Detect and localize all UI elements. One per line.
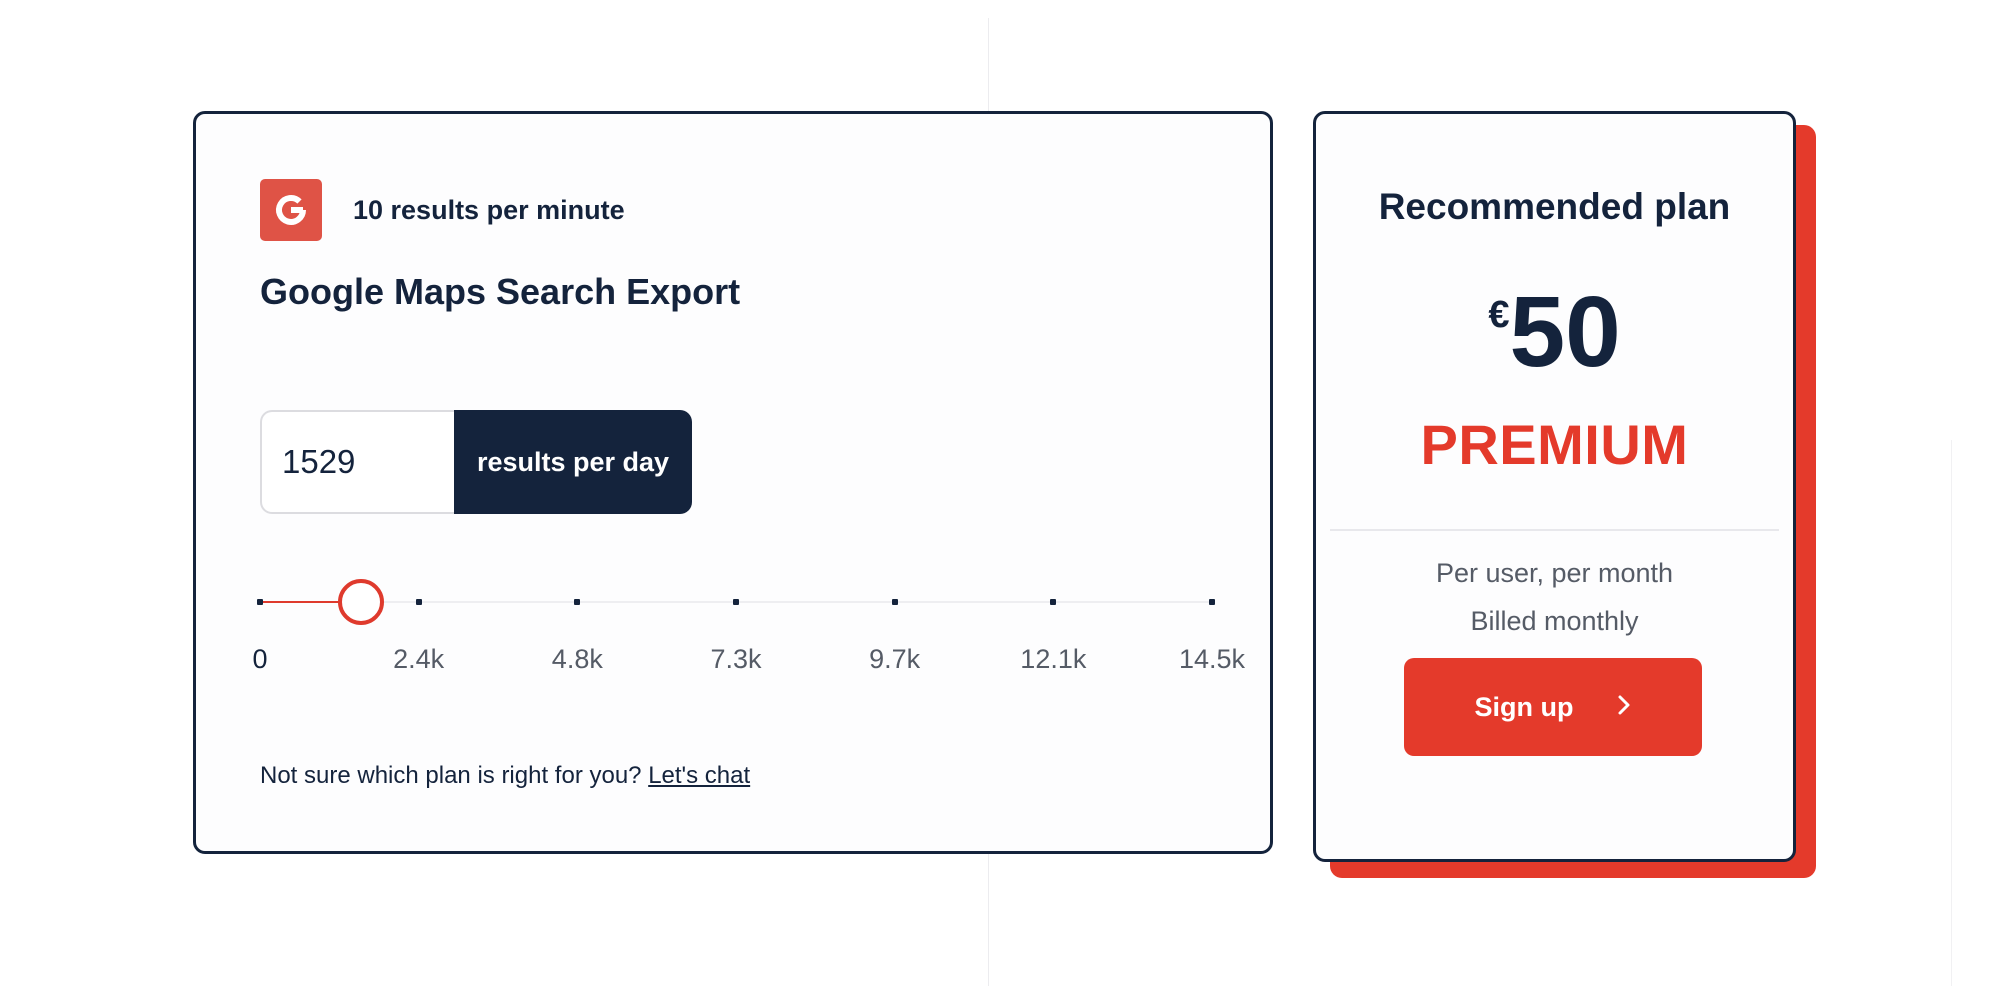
slider-tick [1050,599,1057,605]
slider-tick [574,599,581,605]
slider-tick-label: 4.8k [551,644,603,674]
slider-tick [415,599,422,605]
results-per-day-input[interactable] [260,410,454,514]
quantity-group: results per day [260,410,692,514]
price-amount: 50 [1509,276,1621,388]
slider-tick-label: 12.1k [1020,644,1087,674]
usage-calculator-card: 10 results per minute Google Maps Search… [193,111,1273,854]
price-currency: € [1488,294,1510,336]
google-g-icon [260,179,322,241]
help-text: Not sure which plan is right for you? [260,762,642,789]
quantity-unit-label: results per day [454,410,692,514]
slider-tick [733,599,739,605]
slider-tick [1209,599,1215,605]
slider-tick-label: 9.7k [869,644,921,674]
slider-thumb[interactable] [338,579,385,625]
slider-tick-label: 0 [252,644,268,674]
recommended-plan-card: Recommended plan €50 PREMIUM Per user, p… [1313,111,1796,862]
rate-row: 10 results per minute [260,179,625,241]
plan-divider [1330,529,1779,531]
plan-name: PREMIUM [1420,413,1689,476]
billing-frequency-text: Billed monthly [1470,606,1639,636]
background-guide-line [1951,440,1952,986]
rate-text: 10 results per minute [353,194,625,225]
help-row: Not sure which plan is right for you? Le… [260,762,750,790]
sign-up-label: Sign up [1474,691,1574,722]
billing-period-text: Per user, per month [1435,558,1674,588]
slider-tick [891,599,898,605]
plan-price: €50 [1316,282,1793,382]
slider-tick-label: 7.3k [710,644,762,674]
lets-chat-link[interactable]: Let's chat [648,762,750,789]
sign-up-button[interactable]: Sign up [1404,658,1702,756]
chevron-right-icon [1617,692,1631,723]
slider-tick [257,599,263,605]
results-slider[interactable] [257,579,1215,625]
slider-tick-label: 14.5k [1178,644,1246,674]
plan-heading: Recommended plan [1378,186,1731,227]
product-title: Google Maps Search Export [260,271,741,312]
slider-tick-label: 2.4k [393,644,445,674]
